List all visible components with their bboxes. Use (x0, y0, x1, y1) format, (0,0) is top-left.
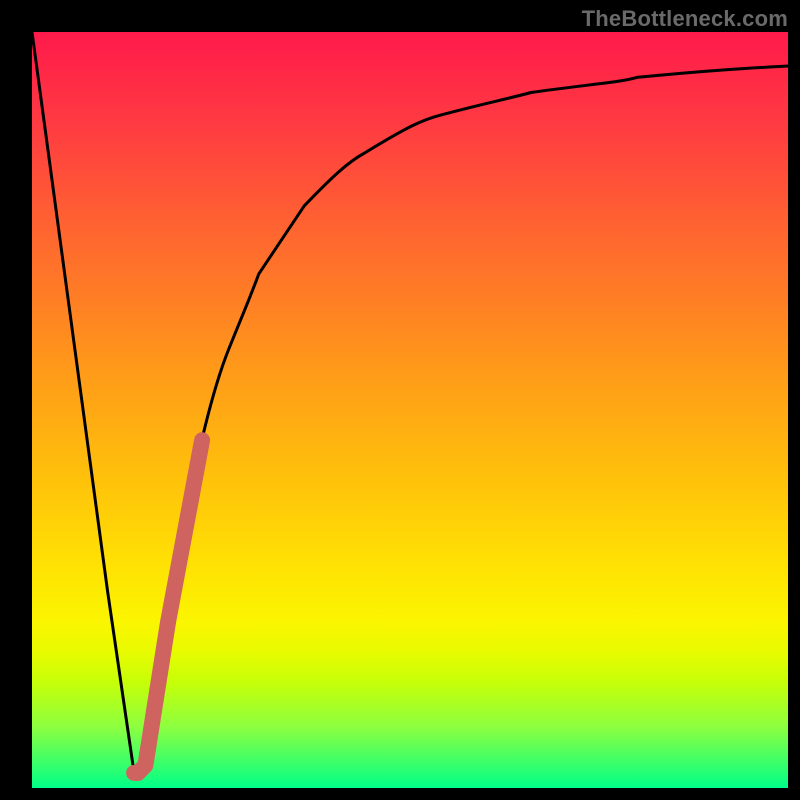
plot-area (32, 32, 788, 788)
accent-segment (134, 440, 202, 773)
bottleneck-curve (32, 32, 788, 773)
black-frame: TheBottleneck.com (0, 0, 800, 800)
chart-svg (32, 32, 788, 788)
attribution-text: TheBottleneck.com (582, 6, 788, 32)
